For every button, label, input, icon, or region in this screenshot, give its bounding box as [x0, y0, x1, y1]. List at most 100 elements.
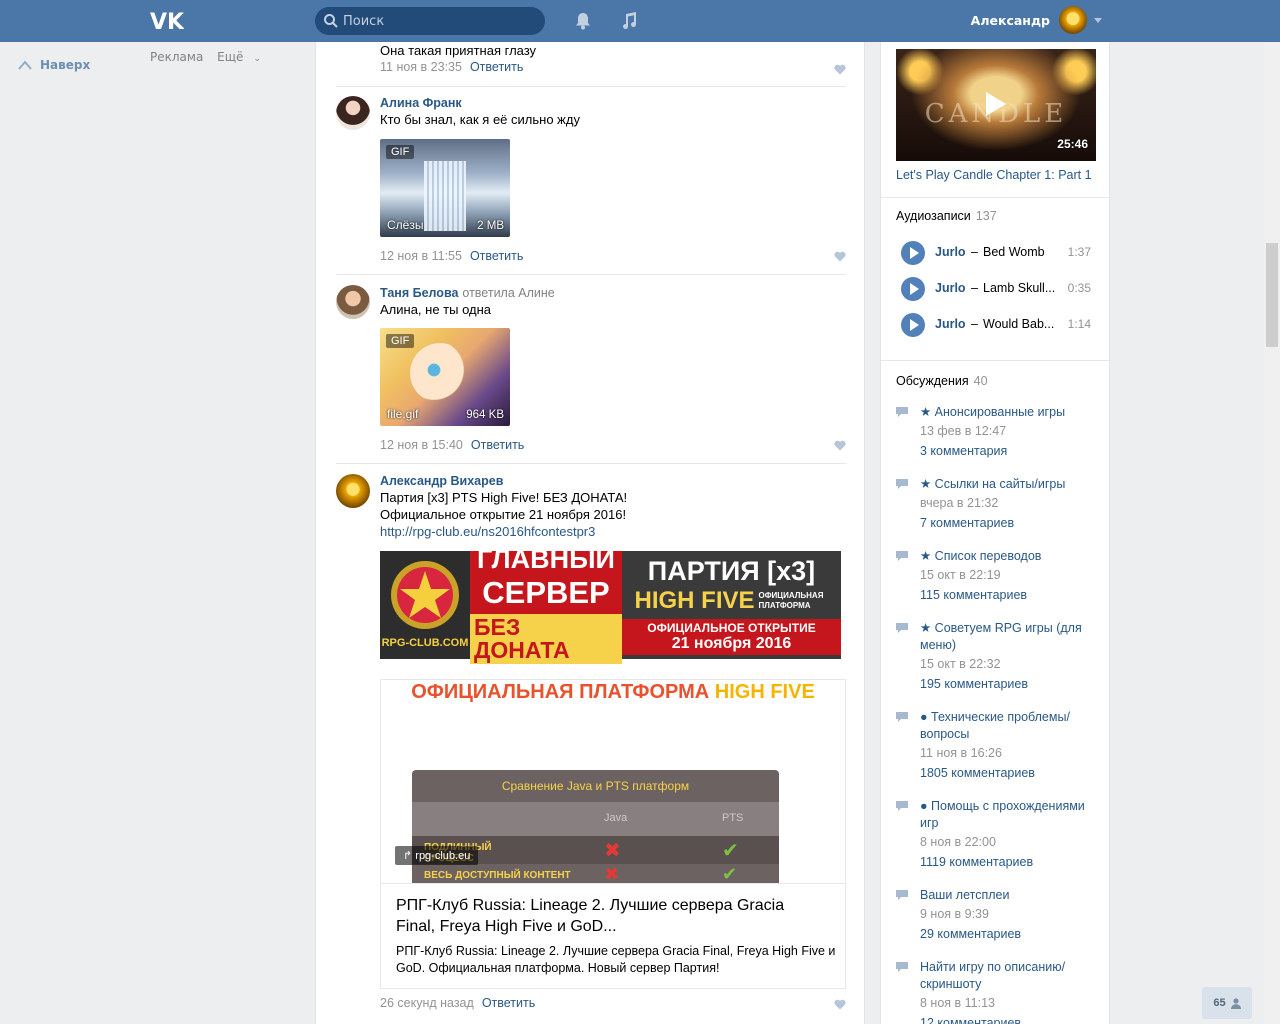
- topic-comments[interactable]: 1805 комментариев: [920, 765, 1098, 782]
- reply-link[interactable]: Ответить: [482, 996, 535, 1010]
- play-button-icon[interactable]: [901, 313, 925, 337]
- track-title[interactable]: Bed Womb: [983, 245, 1059, 259]
- topic-comments[interactable]: 29 комментариев: [920, 926, 1098, 943]
- video-duration: 25:46: [1057, 137, 1088, 151]
- speech-bubble-icon: [896, 479, 908, 489]
- reply-link[interactable]: Ответить: [470, 249, 523, 263]
- gif-attachment[interactable]: GIF Слёзы 2 MB: [380, 139, 510, 237]
- check-icon: ✔: [722, 838, 739, 862]
- vk-logo-icon[interactable]: VK: [150, 9, 184, 33]
- comment-date[interactable]: 12 ноя в 15:40: [380, 438, 463, 452]
- banner-text: HIGH FIVE: [634, 586, 755, 614]
- commenter-avatar[interactable]: [336, 285, 370, 319]
- divider: [881, 197, 1111, 198]
- col-pts: PTS: [722, 812, 744, 824]
- link-title[interactable]: РПГ-Клуб Russia: Lineage 2. Лучшие серве…: [396, 895, 826, 937]
- commenter-avatar[interactable]: [336, 96, 370, 130]
- banner-image[interactable]: RPG-CLUB.COM ГЛАВНЫЙ СЕРВЕР БЕЗ ДОНАТА П…: [380, 546, 841, 664]
- play-button-icon[interactable]: [901, 241, 925, 265]
- topic-title[interactable]: ● Технические проблемы/ вопросы: [920, 709, 1098, 743]
- topic-comments[interactable]: 12 комментариев: [920, 1015, 1098, 1024]
- commenter-avatar[interactable]: [336, 474, 370, 508]
- discussions-label: Обсуждения: [896, 374, 969, 388]
- speech-bubble-icon: [896, 712, 908, 722]
- video-title[interactable]: Let's Play Candle Chapter 1: Part 1: [896, 168, 1106, 182]
- user-avatar[interactable]: [1059, 6, 1087, 34]
- track-title[interactable]: Lamb Skull...: [983, 281, 1059, 295]
- play-icon[interactable]: [984, 91, 1008, 117]
- reply-to-text[interactable]: ответила Алине: [462, 286, 554, 300]
- video-thumbnail[interactable]: CANDLE 25:46: [896, 49, 1096, 161]
- left-footer-links: Реклама Ещё ⌄: [150, 50, 261, 64]
- comment-author[interactable]: Алина Франк: [380, 96, 846, 110]
- topic-comments[interactable]: 115 комментариев: [920, 587, 1098, 604]
- discussions-section-title[interactable]: Обсуждения 40: [896, 374, 988, 388]
- banner-text: ОФИЦИАЛЬНОЕ ОТКРЫТИЕ: [647, 620, 816, 635]
- topic-comments[interactable]: 7 комментариев: [920, 515, 1098, 532]
- preview-header-yellow: HIGH FIVE: [714, 681, 815, 703]
- divider: [381, 883, 845, 884]
- banner-text: БЕЗ ДОНАТА: [470, 614, 622, 664]
- audio-track[interactable]: Jurlo – Lamb Skull... 0:35: [901, 277, 1101, 301]
- reply-link[interactable]: Ответить: [470, 60, 523, 74]
- chevron-down-icon[interactable]: [1094, 18, 1102, 23]
- comment-date[interactable]: 12 ноя в 11:55: [380, 249, 462, 263]
- page-scrollbar-thumb[interactable]: [1266, 243, 1278, 347]
- track-artist[interactable]: Jurlo: [935, 317, 966, 331]
- ads-link[interactable]: Реклама: [150, 50, 203, 64]
- play-button-icon[interactable]: [901, 277, 925, 301]
- audio-label: Аудиозаписи: [896, 209, 971, 223]
- track-artist[interactable]: Jurlo: [935, 245, 966, 259]
- like-heart-icon[interactable]: [834, 64, 846, 75]
- topic-date: 13 фев в 12:47: [920, 424, 1007, 438]
- comment-author[interactable]: Таня Белова: [380, 286, 458, 300]
- track-title[interactable]: Would Bab...: [983, 317, 1059, 331]
- topic-comments[interactable]: 195 комментариев: [920, 676, 1098, 693]
- topic-title[interactable]: ★ Анонсированные игры: [920, 404, 1098, 421]
- link-domain-badge[interactable]: ↱ rpg-club.eu: [395, 846, 479, 865]
- online-friends-badge[interactable]: 65: [1202, 987, 1252, 1019]
- like-heart-icon[interactable]: [834, 440, 846, 451]
- banner-text: ПАРТИЯ [x3]: [647, 555, 816, 586]
- audio-track[interactable]: Jurlo – Bed Womb 1:37: [901, 241, 1101, 265]
- search-input[interactable]: [343, 12, 533, 30]
- divider: [336, 274, 846, 275]
- divider: [336, 86, 846, 87]
- more-link[interactable]: Ещё: [217, 50, 243, 64]
- comment-link[interactable]: http://rpg-club.eu/ns2016hfcontestpr3: [380, 523, 846, 540]
- topic-title[interactable]: ● Помощь с прохождениями игр: [920, 798, 1098, 832]
- comment-author[interactable]: Александр Вихарев: [380, 474, 846, 488]
- table-title: Сравнение Java и PTS платформ: [501, 779, 690, 793]
- speech-bubble-icon: [896, 890, 908, 900]
- page-scrollbar-track[interactable]: [1264, 42, 1280, 1024]
- topic-title[interactable]: Найти игру по описанию/ скриншоту: [920, 959, 1098, 993]
- topic-title[interactable]: ★ Ссылки на сайты/игры: [920, 476, 1098, 493]
- row-label: ВЕСЬ ДОСТУПНЫЙ КОНТЕНТ: [424, 870, 571, 881]
- topic-title[interactable]: Ваши летсплеи: [920, 887, 1098, 904]
- discussions-count: 40: [973, 374, 988, 388]
- like-heart-icon[interactable]: [834, 251, 846, 262]
- notifications-bell-icon[interactable]: [572, 10, 594, 32]
- banner-text: СЕРВЕР: [482, 575, 610, 610]
- speech-bubble-icon: [896, 801, 908, 811]
- music-note-icon[interactable]: [618, 10, 640, 32]
- comment-date[interactable]: 26 секунд назад: [380, 996, 474, 1010]
- back-to-top-link[interactable]: Наверх: [18, 58, 90, 72]
- audio-track[interactable]: Jurlo – Would Bab... 1:14: [901, 313, 1101, 337]
- topic-title[interactable]: ★ Список переводов: [920, 548, 1098, 565]
- table-header: Java PTS: [412, 802, 779, 836]
- reply-link[interactable]: Ответить: [471, 438, 524, 452]
- track-artist[interactable]: Jurlo: [935, 281, 966, 295]
- search-box[interactable]: [315, 7, 545, 35]
- user-name[interactable]: Александр: [950, 13, 1050, 28]
- gif-filename: file.gif: [387, 407, 419, 421]
- like-heart-icon[interactable]: [834, 999, 846, 1010]
- comment-date[interactable]: 11 ноя в 23:35: [380, 60, 462, 74]
- topic-comments[interactable]: 1119 комментариев: [920, 854, 1098, 871]
- topic-title[interactable]: ★ Советуем RPG игры (для меню): [920, 620, 1098, 654]
- topic-comments[interactable]: 3 комментария: [920, 443, 1098, 460]
- audio-section-title[interactable]: Аудиозаписи 137: [896, 209, 997, 223]
- gif-attachment[interactable]: GIF file.gif 964 KB: [380, 328, 510, 426]
- waterfall-image: [424, 161, 466, 231]
- link-preview-card[interactable]: ОФИЦИАЛЬНАЯ ПЛАТФОРМА HIGH FIVE Сравнени…: [380, 679, 846, 989]
